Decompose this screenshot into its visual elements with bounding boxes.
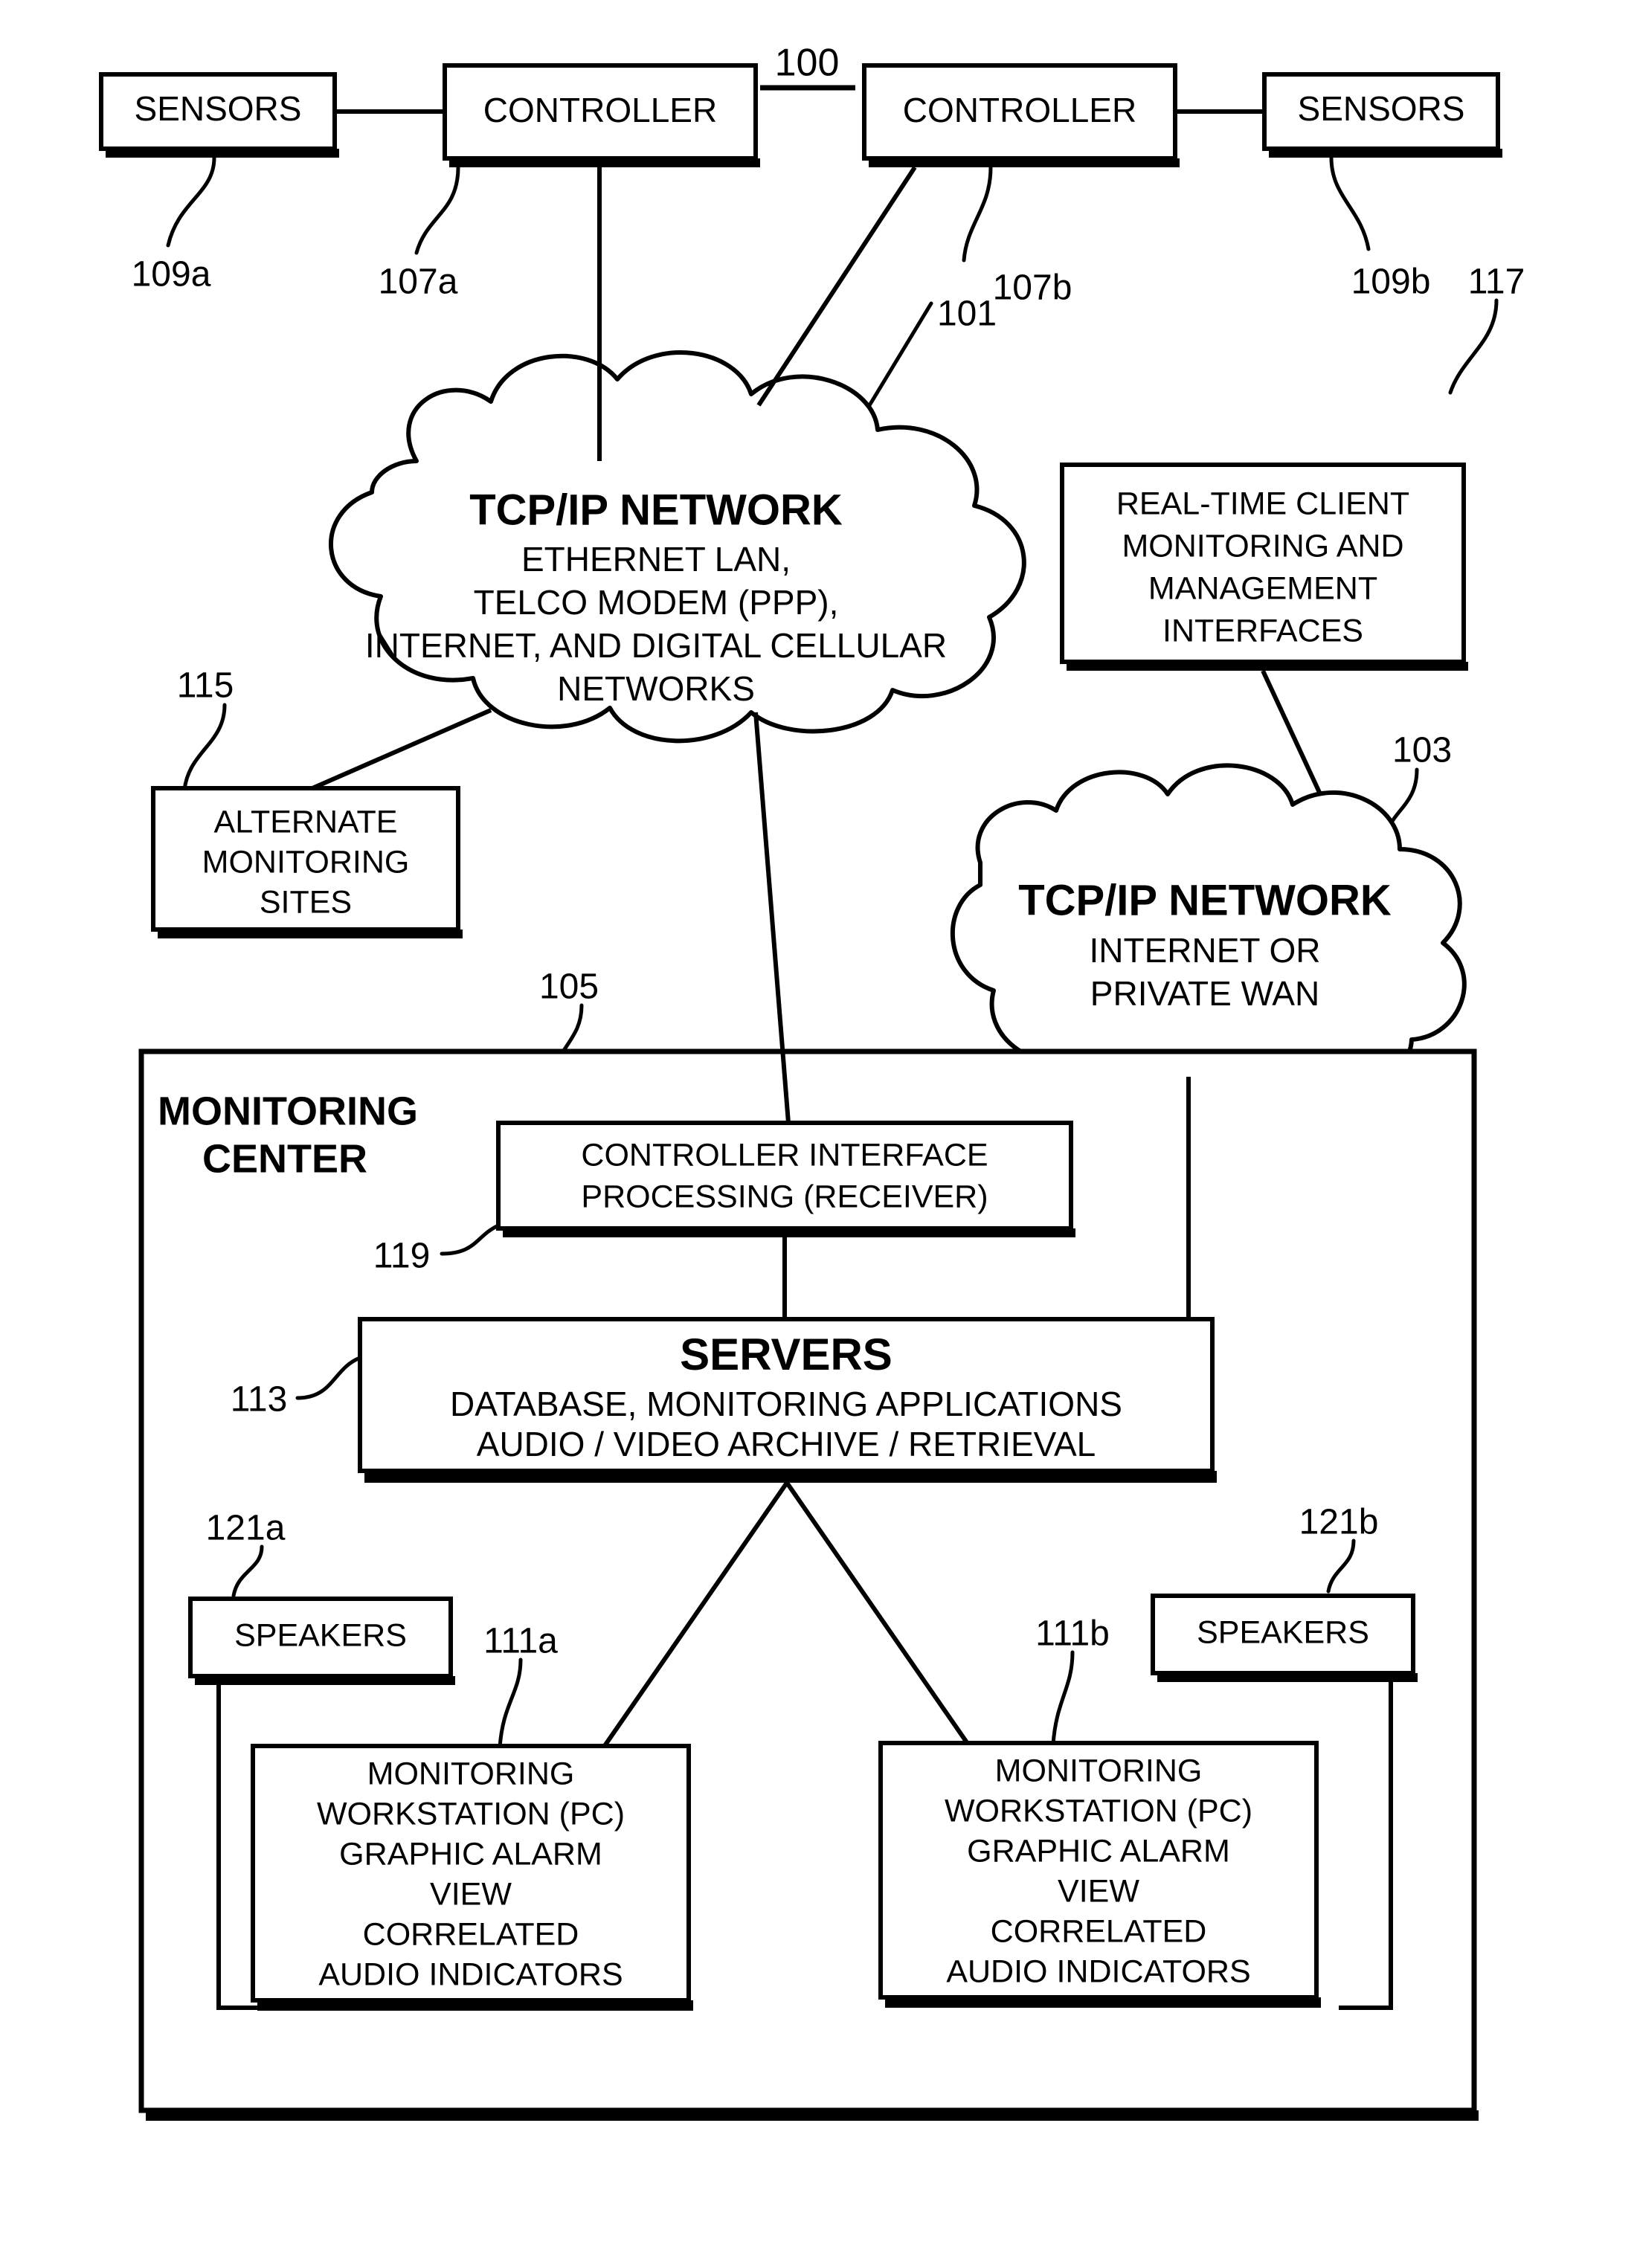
speakers-right-block[interactable]: SPEAKERS [1151,1594,1418,1682]
ref-103: 103 [1392,731,1452,770]
speakers-right-label: SPEAKERS [1197,1614,1369,1650]
ref-113: 113 [231,1380,288,1420]
servers-title: SERVERS [680,1330,893,1379]
cloud-primary-line-0: ETHERNET LAN, [521,540,791,579]
leader-109b [1329,155,1371,251]
alternate-sites-line-2: SITES [260,884,352,920]
ref-107a: 107a [379,262,458,302]
controller-interface-block[interactable]: CONTROLLER INTERFACE PROCESSING (RECEIVE… [496,1121,1075,1237]
figure-canvas: 100 SENSORS CONTROLLER CONTROLLER SENSOR… [99,42,1525,2121]
servers-line-0: DATABASE, MONITORING APPLICATIONS [450,1385,1122,1423]
ref-117: 117 [1468,262,1525,302]
ref-121b: 121b [1299,1503,1379,1542]
ref-107b: 107b [993,268,1072,308]
workstation-right-line-5: AUDIO INDICATORS [946,1953,1250,1989]
connector-cloud-alternatesites [311,708,492,790]
cloud-secondary-line-0: INTERNET OR [1090,931,1321,970]
workstation-right-line-2: GRAPHIC ALARM [967,1833,1230,1869]
workstation-right-line-3: VIEW [1058,1873,1139,1909]
workstation-left-line-2: GRAPHIC ALARM [339,1836,602,1872]
alternate-sites-line-1: MONITORING [202,844,410,880]
ref-115: 115 [177,666,234,706]
ref-109b: 109b [1351,262,1431,302]
cloud-secondary-line-1: PRIVATE WAN [1090,974,1319,1013]
realtime-client-line-1: MONITORING AND [1122,528,1403,564]
leader-107b [962,165,993,262]
patent-figure-page: 100 SENSORS CONTROLLER CONTROLLER SENSOR… [0,0,1637,2268]
cloud-primary-line-1: TELCO MODEM (PPP), [474,583,839,622]
leader-101 [861,301,933,419]
servers-line-1: AUDIO / VIDEO ARCHIVE / RETRIEVAL [477,1425,1096,1463]
workstation-right-block[interactable]: MONITORING WORKSTATION (PC) GRAPHIC ALAR… [878,1741,1321,2008]
workstation-right-line-1: WORKSTATION (PC) [945,1793,1252,1829]
controller-right-block[interactable]: CONTROLLER [862,63,1180,167]
cloud-primary-line-2: INTERNET, AND DIGITAL CELLULAR [365,626,947,665]
servers-block[interactable]: SERVERS DATABASE, MONITORING APPLICATION… [358,1317,1217,1483]
workstation-left-line-3: VIEW [430,1876,512,1912]
workstation-left-line-1: WORKSTATION (PC) [317,1796,625,1832]
workstation-left-line-4: CORRELATED [363,1916,579,1952]
controller-interface-line-0: CONTROLLER INTERFACE [581,1137,988,1173]
leader-109a [166,155,216,248]
sensors-right-block[interactable]: SENSORS [1262,72,1502,158]
leader-115 [182,703,227,792]
ref-111a: 111a [483,1622,558,1661]
speakers-left-block[interactable]: SPEAKERS [188,1597,455,1685]
figure-number: 100 [775,42,840,85]
ref-121a: 121a [206,1509,286,1548]
ref-119: 119 [373,1237,431,1276]
ref-105: 105 [539,967,599,1007]
realtime-client-line-0: REAL-TIME CLIENT [1116,486,1409,521]
controller-left-block[interactable]: CONTROLLER [443,63,760,167]
sensors-left-block[interactable]: SENSORS [99,72,339,158]
alternate-sites-block[interactable]: ALTERNATE MONITORING SITES [151,786,463,938]
realtime-client-line-2: MANAGEMENT [1148,570,1377,606]
realtime-client-line-3: INTERFACES [1162,613,1363,648]
workstation-right-line-4: CORRELATED [991,1913,1207,1949]
sensors-right-label: SENSORS [1298,89,1465,128]
monitoring-center-title-line-1: CENTER [202,1136,367,1181]
speakers-left-label: SPEAKERS [234,1617,407,1653]
cloud-primary-title: TCP/IP NETWORK [469,486,843,534]
ref-111b: 111b [1035,1614,1110,1654]
workstation-right-line-0: MONITORING [995,1753,1203,1788]
leader-107a [414,165,460,255]
ref-109a: 109a [132,255,211,294]
controller-left-label: CONTROLLER [483,91,717,129]
ref-101: 101 [937,294,997,334]
sensors-left-label: SENSORS [135,89,302,128]
controller-interface-line-1: PROCESSING (RECEIVER) [581,1179,988,1214]
workstation-left-line-0: MONITORING [367,1756,575,1791]
tcpip-network-primary-cloud[interactable]: TCP/IP NETWORK ETHERNET LAN, TELCO MODEM… [328,350,1026,744]
realtime-client-block[interactable]: REAL-TIME CLIENT MONITORING AND MANAGEME… [1060,463,1468,671]
cloud-secondary-title: TCP/IP NETWORK [1018,876,1392,924]
alternate-sites-line-0: ALTERNATE [214,804,398,840]
monitoring-center-title-line-0: MONITORING [158,1089,418,1133]
workstation-left-line-5: AUDIO INDICATORS [318,1956,623,1992]
cloud-primary-line-3: NETWORKS [557,669,755,708]
controller-right-label: CONTROLLER [903,91,1136,129]
figure-number-group: 100 [760,42,855,91]
leader-117 [1448,298,1499,395]
workstation-left-block[interactable]: MONITORING WORKSTATION (PC) GRAPHIC ALAR… [251,1744,693,2011]
